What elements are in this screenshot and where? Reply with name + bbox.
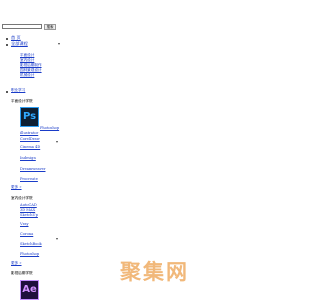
nav-course-sub-link[interactable]: 机械设计 bbox=[20, 73, 34, 78]
more-link[interactable]: 更多 » bbox=[11, 261, 22, 266]
dropdown-arrow-icon[interactable]: ▾ bbox=[56, 140, 58, 144]
course-link[interactable]: Photoshop bbox=[20, 252, 39, 257]
search-button[interactable]: 搜索 bbox=[44, 24, 56, 30]
photoshop-icon[interactable]: Ps bbox=[20, 107, 39, 127]
dropdown-arrow-icon[interactable]: ▾ bbox=[56, 237, 58, 241]
course-link[interactable]: Cinema 4D bbox=[20, 145, 40, 150]
school-video-title: 影视后期学院 bbox=[11, 271, 33, 275]
list-bullet bbox=[6, 44, 8, 46]
nav-learning-path-link[interactable]: 职业学习 bbox=[11, 88, 25, 93]
nav-all-courses-link[interactable]: 全部课程 bbox=[11, 41, 28, 46]
list-bullet bbox=[6, 38, 8, 40]
list-bullet bbox=[6, 91, 8, 93]
course-link[interactable]: Vray bbox=[20, 222, 29, 227]
course-link[interactable]: CorelDraw bbox=[20, 137, 40, 142]
course-link[interactable]: Indesign bbox=[20, 156, 36, 161]
course-link[interactable]: Corona bbox=[20, 232, 33, 237]
course-link[interactable]: illustrator bbox=[20, 131, 38, 136]
course-link[interactable]: Photoshop bbox=[40, 126, 59, 131]
course-link[interactable]: SketchBook bbox=[20, 242, 42, 247]
watermark-logo: 聚集网 bbox=[120, 260, 189, 284]
nav-home-link[interactable]: 首 页 bbox=[11, 35, 21, 40]
course-link[interactable]: Procreate bbox=[20, 177, 38, 182]
school-graphic-title: 平面设计学院 bbox=[11, 99, 33, 103]
school-interior-title: 室内设计学院 bbox=[11, 196, 33, 200]
more-link[interactable]: 更多 » bbox=[11, 185, 22, 190]
course-link[interactable]: Dreamweaver bbox=[20, 167, 46, 172]
course-link[interactable]: SketchUp bbox=[20, 213, 38, 218]
after-effects-icon[interactable]: Ae bbox=[20, 280, 39, 300]
search-input[interactable] bbox=[2, 24, 42, 29]
dropdown-arrow-icon[interactable]: ▾ bbox=[58, 42, 60, 46]
